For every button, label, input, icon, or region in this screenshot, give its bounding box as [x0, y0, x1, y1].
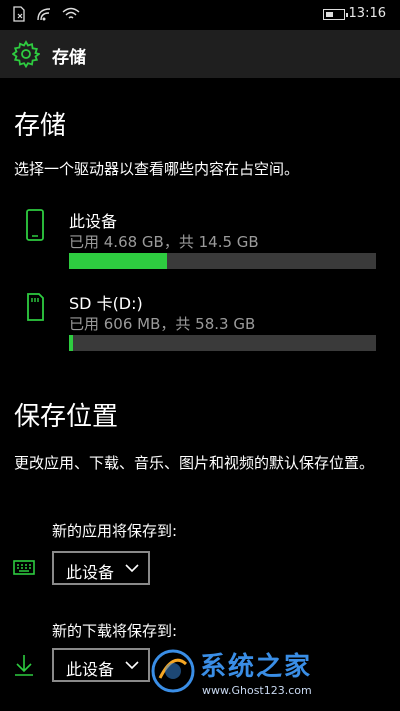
drive-usage-fill — [69, 253, 168, 269]
downloads-location-label: 新的下载将保存到: — [52, 622, 178, 640]
watermark-text: 系统之家 — [200, 652, 313, 682]
watermark-url: www.Ghost123.com — [202, 684, 312, 697]
page-header: 存储 — [0, 30, 400, 78]
status-time: 13:16 — [348, 6, 386, 21]
header-title: 存储 — [52, 48, 86, 68]
apps-location-value: 此设备 — [66, 563, 115, 582]
downloads-location-value: 此设备 — [66, 660, 115, 679]
apps-location-label: 新的应用将保存到: — [52, 522, 178, 540]
status-bar: 13:16 — [0, 0, 400, 30]
storage-description: 选择一个驱动器以查看哪些内容在占空间。 — [14, 160, 300, 178]
save-locations-title: 保存位置 — [14, 402, 119, 432]
drive-usage: 已用 4.68 GB，共 14.5 GB — [69, 233, 259, 251]
drive-name: SD 卡(D:) — [69, 294, 143, 313]
watermark: 系统之家 www.Ghost123.com — [150, 644, 380, 708]
apps-location-select[interactable]: 此设备 — [52, 551, 150, 585]
chevron-down-icon — [125, 564, 139, 573]
storage-section-title: 存储 — [14, 111, 67, 141]
signal-icon — [37, 8, 51, 21]
battery-icon — [323, 9, 348, 20]
save-locations-description: 更改应用、下载、音乐、图片和视频的默认保存位置。 — [14, 454, 375, 472]
gear-icon — [12, 40, 40, 68]
chevron-down-icon — [125, 661, 139, 670]
downloads-location-select[interactable]: 此设备 — [52, 648, 150, 682]
drive-usage-fill — [69, 335, 73, 351]
wifi-icon — [62, 7, 80, 19]
sd-card-icon — [27, 293, 44, 321]
drive-this-device[interactable]: 此设备 已用 4.68 GB，共 14.5 GB — [14, 208, 386, 269]
drive-usage-bar — [69, 253, 376, 269]
drive-usage-bar — [69, 335, 376, 351]
drive-usage: 已用 606 MB，共 58.3 GB — [69, 315, 256, 333]
watermark-logo-icon — [151, 649, 195, 693]
phone-icon — [26, 209, 44, 241]
drive-name: 此设备 — [69, 212, 118, 231]
apps-icon — [13, 560, 35, 575]
drive-sd-card[interactable]: SD 卡(D:) 已用 606 MB，共 58.3 GB — [14, 290, 386, 351]
download-icon — [15, 655, 33, 676]
sim-icon — [13, 6, 25, 22]
